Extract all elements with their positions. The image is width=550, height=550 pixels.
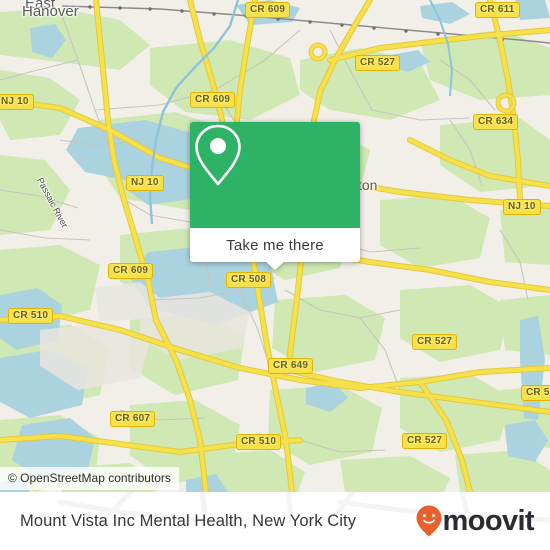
map-pin-icon <box>195 124 241 186</box>
road-shield-nj10-e[interactable]: NJ 10 <box>503 199 541 215</box>
popup-header <box>190 122 360 228</box>
road-shield-cr611[interactable]: CR 611 <box>475 2 520 18</box>
map-attribution[interactable]: © OpenStreetMap contributors <box>0 467 179 490</box>
map-canvas[interactable]: East Hanover ton Passaic River CR 609 CR… <box>0 0 550 492</box>
moovit-logo[interactable]: moovit <box>416 504 535 537</box>
popup-cta[interactable]: Take me there <box>190 228 360 262</box>
place-label-ton: ton <box>358 177 378 193</box>
road-shield-cr50[interactable]: CR 50 <box>521 385 550 401</box>
map-screenshot: East Hanover ton Passaic River CR 609 CR… <box>0 0 550 550</box>
road-shield-cr527-s[interactable]: CR 527 <box>402 433 448 449</box>
road-shield-cr508[interactable]: CR 508 <box>226 272 272 288</box>
road-shield-cr609-nw[interactable]: CR 609 <box>190 92 236 108</box>
road-shield-cr609-w[interactable]: CR 609 <box>108 263 154 279</box>
road-shield-nj10-c[interactable]: NJ 10 <box>126 175 164 191</box>
popup-pointer <box>265 261 285 270</box>
map-attribution-label: © OpenStreetMap contributors <box>8 471 171 485</box>
moovit-wordmark: moovit <box>442 504 535 537</box>
road-shield-cr634[interactable]: CR 634 <box>473 114 519 130</box>
footer-bar: Mount Vista Inc Mental Health, New York … <box>0 492 550 550</box>
location-popup-card[interactable]: Take me there <box>190 122 360 270</box>
moovit-smiley-pin-icon <box>416 505 442 537</box>
road-shield-cr649[interactable]: CR 649 <box>268 358 314 374</box>
location-caption: Mount Vista Inc Mental Health, New York … <box>20 511 357 530</box>
road-shield-cr607[interactable]: CR 607 <box>110 411 156 427</box>
road-shield-cr510-w[interactable]: CR 510 <box>8 308 54 324</box>
road-shield-cr527-n[interactable]: CR 527 <box>355 55 401 71</box>
road-shield-nj10-w[interactable]: NJ 10 <box>0 94 34 110</box>
road-shield-cr527-e[interactable]: CR 527 <box>412 334 458 350</box>
road-shield-cr609-n[interactable]: CR 609 <box>245 2 291 18</box>
road-shield-cr510-s[interactable]: CR 510 <box>236 434 282 450</box>
popup-cta-label: Take me there <box>226 236 324 254</box>
place-label-hanover: Hanover <box>22 3 79 20</box>
